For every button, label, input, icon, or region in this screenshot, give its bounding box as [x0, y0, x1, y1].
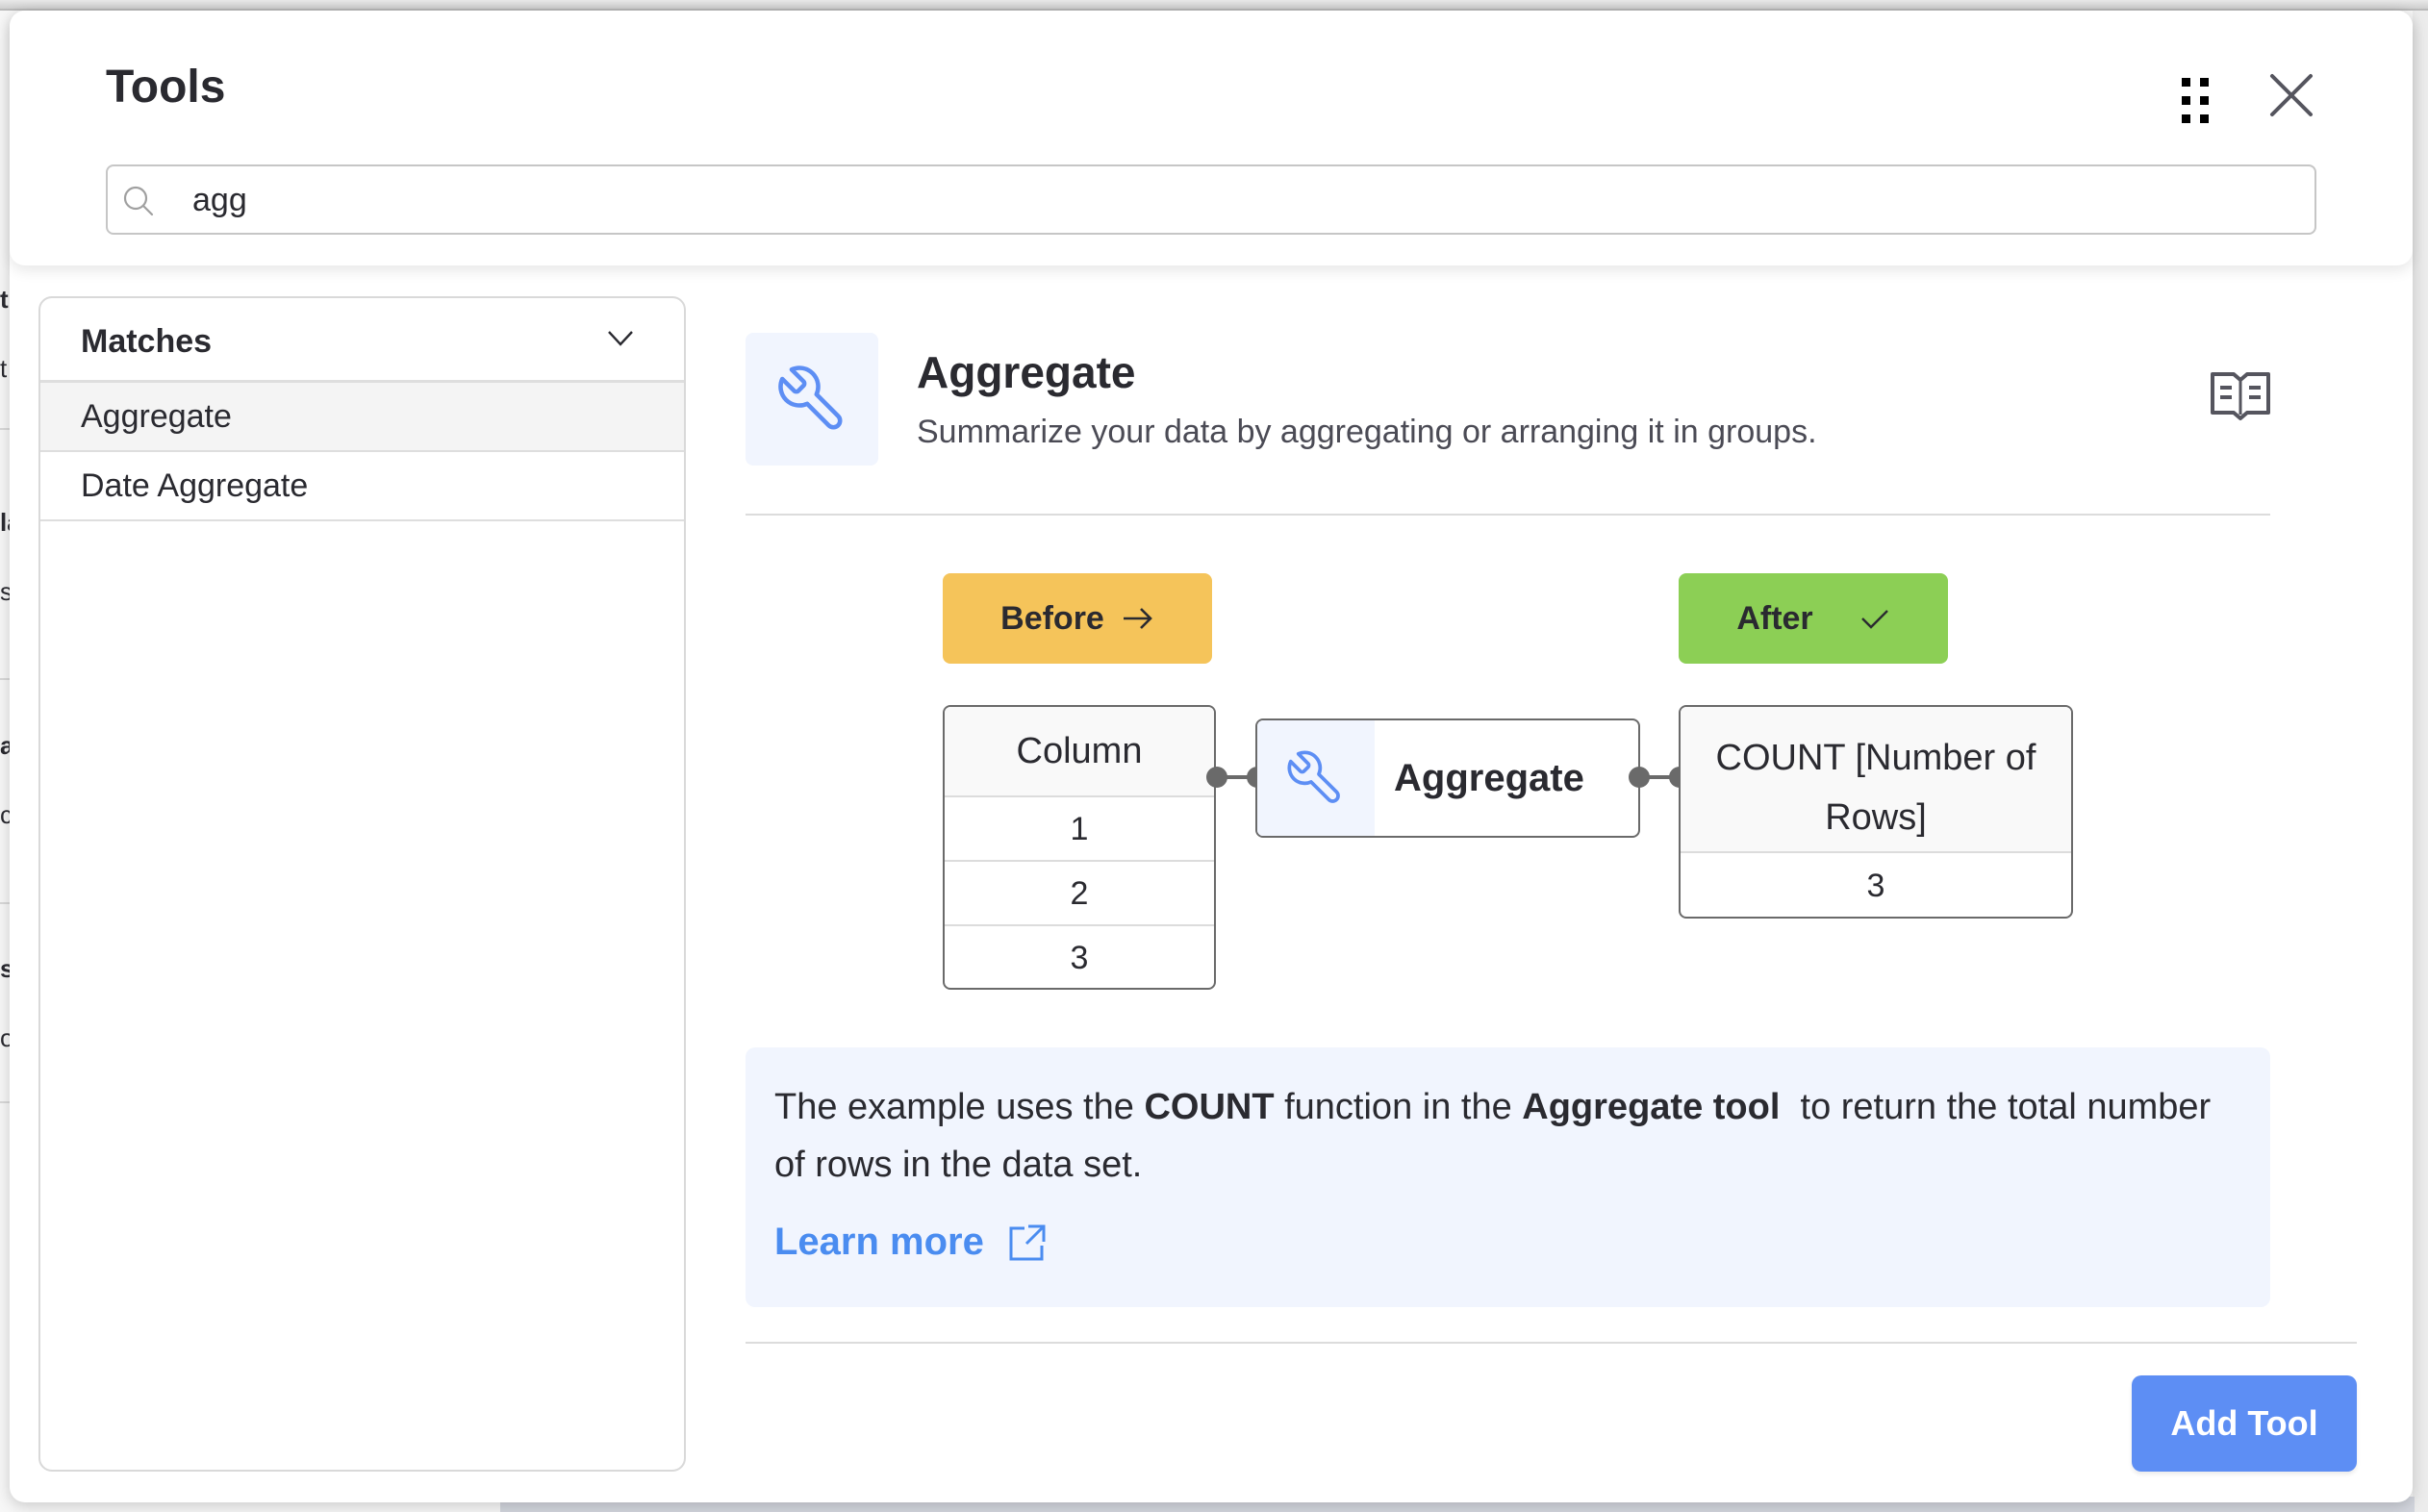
- background-divider: [0, 1101, 10, 1103]
- background-text: st: [0, 577, 10, 606]
- tool-node: Aggregate: [1255, 718, 1640, 838]
- wrench-icon: [778, 365, 843, 430]
- input-table: Column 1 2 3: [943, 705, 1216, 990]
- search-icon: [121, 184, 156, 218]
- learn-more-label: Learn more: [774, 1221, 984, 1263]
- search-field[interactable]: [106, 164, 2316, 235]
- example-description: The example uses the COUNT function in t…: [774, 1078, 2246, 1194]
- after-badge: After: [1679, 573, 1948, 664]
- background-right-column: [2413, 11, 2428, 1512]
- background-text: s: [0, 954, 10, 983]
- matches-header[interactable]: Matches: [40, 298, 684, 383]
- grid-dots-icon[interactable]: [2182, 78, 2211, 124]
- output-table-header: COUNT [Number of Rows]: [1681, 707, 2071, 853]
- match-item-label: Aggregate: [81, 398, 232, 435]
- connector-dot: [1629, 767, 1650, 788]
- output-table: COUNT [Number of Rows] 3: [1679, 705, 2073, 919]
- input-table-cell: 3: [1070, 940, 1089, 976]
- book-icon[interactable]: [2209, 368, 2272, 422]
- before-badge: Before: [943, 573, 1212, 664]
- matches-panel: Matches Aggregate Date Aggregate: [38, 296, 686, 1472]
- background-divider: [0, 902, 10, 904]
- search-input[interactable]: [192, 174, 2289, 226]
- input-table-cell: 2: [945, 862, 1214, 926]
- match-item-aggregate[interactable]: Aggregate: [40, 383, 684, 452]
- input-table-header: Column: [945, 707, 1214, 797]
- add-tool-button[interactable]: Add Tool: [2132, 1375, 2357, 1472]
- arrow-right-icon: [1123, 608, 1152, 629]
- wrench-icon: [1287, 750, 1340, 803]
- dialog-header: Tools: [10, 11, 2413, 265]
- after-label: After: [1736, 599, 1813, 637]
- background-text: la: [0, 508, 10, 537]
- external-link-icon: [1009, 1224, 1046, 1260]
- background-text: o: [0, 1023, 10, 1052]
- example-info-box: The example uses the COUNT function in t…: [746, 1047, 2270, 1307]
- info-bold-tool: Aggregate tool: [1522, 1087, 1781, 1127]
- tool-icon-box: [746, 333, 878, 466]
- info-text-part: The example uses the: [774, 1087, 1145, 1127]
- tool-title: Aggregate: [917, 347, 1136, 397]
- connector-dot: [1206, 767, 1227, 788]
- background-text: t: [0, 354, 8, 383]
- learn-more-link[interactable]: Learn more: [774, 1221, 1048, 1264]
- dialog-title: Tools: [106, 62, 226, 113]
- match-item-date-aggregate[interactable]: Date Aggregate: [40, 452, 684, 521]
- background-divider: [0, 678, 10, 680]
- background-divider: [0, 428, 10, 430]
- matches-header-label: Matches: [81, 323, 213, 360]
- check-icon: [1860, 610, 1888, 629]
- match-item-label: Date Aggregate: [81, 467, 309, 504]
- before-label: Before: [1000, 599, 1104, 637]
- output-table-cell: 3: [1866, 868, 1885, 904]
- background-text: a: [0, 731, 10, 760]
- info-text-part: function in the: [1274, 1087, 1523, 1127]
- info-bold-function: COUNT: [1144, 1087, 1275, 1127]
- background-text: c: [0, 800, 10, 829]
- input-table-cell: 1: [945, 797, 1214, 862]
- section-divider: [746, 514, 2270, 516]
- footer-divider: [746, 1342, 2357, 1344]
- tool-description: Summarize your data by aggregating or ar…: [917, 414, 1817, 450]
- tool-node-label: Aggregate: [1394, 757, 1584, 799]
- window-top-strip: [0, 0, 2428, 11]
- close-icon[interactable]: [2264, 68, 2318, 122]
- tool-node-icon-box: [1257, 720, 1375, 836]
- chevron-down-icon[interactable]: [606, 327, 635, 350]
- background-text: t: [0, 285, 9, 314]
